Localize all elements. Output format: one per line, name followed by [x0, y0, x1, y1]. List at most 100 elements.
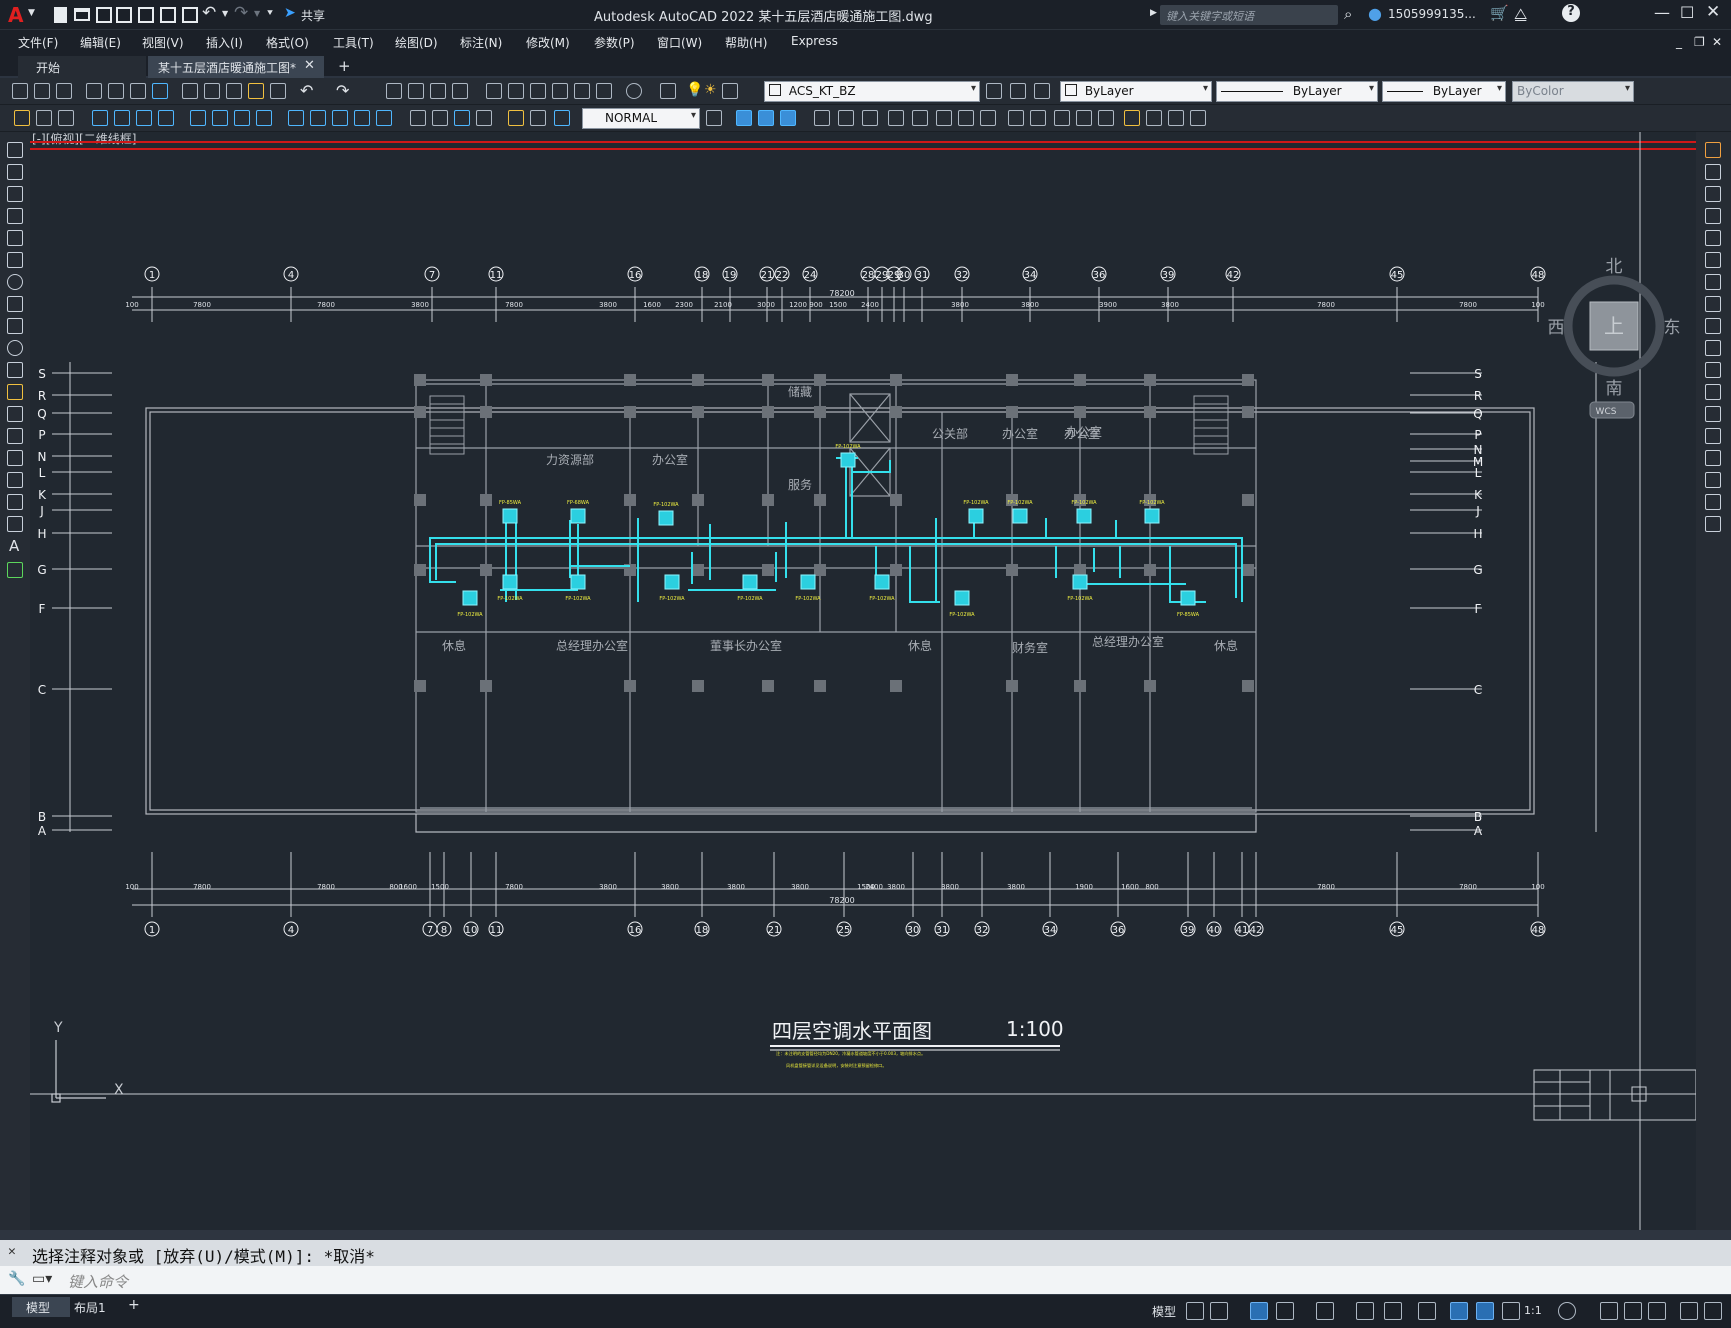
app-menu-arrow-icon[interactable]: ▼ — [28, 8, 35, 18]
insert-block-icon[interactable] — [14, 110, 30, 126]
ellipse-icon[interactable] — [7, 340, 23, 356]
layer-dropdown[interactable]: ACS_KT_BZ ▾ — [764, 81, 980, 102]
user-name[interactable]: 1505999135... — [1388, 7, 1476, 21]
plot-preview-icon[interactable] — [108, 83, 124, 99]
fullscreen-icon[interactable] — [1680, 1302, 1698, 1320]
sheet-set-icon[interactable] — [552, 83, 568, 99]
modify-4-icon[interactable] — [888, 110, 904, 126]
break-at-point-icon[interactable] — [1705, 384, 1721, 400]
dim-angular-icon[interactable] — [256, 110, 272, 126]
dim-linear-icon[interactable] — [92, 110, 108, 126]
zoom-window-icon[interactable] — [430, 83, 446, 99]
new-tab-button[interactable]: + — [338, 57, 351, 75]
menu-format[interactable]: 格式(O) — [266, 34, 309, 51]
layer-properties-icon[interactable] — [660, 83, 676, 99]
dim-radius-icon[interactable] — [190, 110, 206, 126]
mirror-icon[interactable] — [1705, 186, 1721, 202]
modify-1-icon[interactable] — [814, 110, 830, 126]
dim-text-edit-icon[interactable] — [530, 110, 546, 126]
help-toolbar-icon[interactable] — [626, 83, 642, 99]
markup-icon[interactable] — [574, 83, 590, 99]
viewcube[interactable]: 上 北 南 西 东 WCS — [1548, 257, 1681, 419]
tab-layout1[interactable]: 布局1 — [74, 1299, 106, 1316]
modify-17-icon[interactable] — [1190, 110, 1206, 126]
offset-icon[interactable] — [1705, 208, 1721, 224]
undo-dropdown-icon[interactable]: ▼ — [222, 9, 228, 18]
scale-icon[interactable] — [1705, 296, 1721, 312]
menu-modify[interactable]: 修改(M) — [526, 34, 570, 51]
dim-arc-icon[interactable] — [136, 110, 152, 126]
autodesk-app-icon[interactable]: ⧋ — [1514, 5, 1527, 23]
plot-icon[interactable] — [182, 7, 198, 23]
menu-view[interactable]: 视图(V) — [142, 34, 184, 51]
view-3d-2-icon[interactable] — [758, 110, 774, 126]
circle-icon[interactable] — [7, 274, 23, 290]
command-line[interactable]: 🔧 ▭▾ 键入命令 — [0, 1266, 1731, 1294]
modify-8-icon[interactable] — [980, 110, 996, 126]
table-icon[interactable] — [7, 516, 23, 532]
drawing-viewport[interactable]: [-][俯视][二维线框] 1 4 7 11 16 18 19 21 22 24… — [30, 132, 1696, 1230]
share-button[interactable]: 共享 — [301, 7, 325, 24]
layer-unlocked-icon[interactable] — [722, 83, 738, 99]
modify-2-icon[interactable] — [838, 110, 854, 126]
polygon-icon[interactable] — [7, 208, 23, 224]
compass-north[interactable]: 北 — [1606, 257, 1623, 277]
workspace-dropdown-icon[interactable]: ⯆ — [266, 8, 274, 19]
tolerance-icon[interactable] — [410, 110, 426, 126]
user-icon[interactable]: ● — [1368, 4, 1382, 23]
search-expand-icon[interactable]: ▶ — [1150, 8, 1157, 18]
make-block-icon[interactable] — [36, 110, 52, 126]
construction-line-icon[interactable] — [7, 164, 23, 180]
zoom-realtime-icon[interactable] — [408, 83, 424, 99]
save-icon[interactable] — [56, 83, 72, 99]
modify-16-icon[interactable] — [1168, 110, 1184, 126]
dim-ordinate-icon[interactable] — [158, 110, 174, 126]
make-current-icon[interactable] — [986, 83, 1002, 99]
break-icon[interactable] — [1705, 406, 1721, 422]
lineweight-icon[interactable] — [1418, 1302, 1436, 1320]
annotation-scale-icon[interactable] — [1502, 1302, 1520, 1320]
blend-icon[interactable] — [1705, 494, 1721, 510]
tool-palettes-icon[interactable] — [530, 83, 546, 99]
modify-15-icon[interactable] — [1146, 110, 1162, 126]
isodraft-icon[interactable] — [1316, 1302, 1334, 1320]
maximize-icon[interactable]: ☐ — [1680, 3, 1694, 22]
tab-start[interactable]: 开始 — [18, 56, 146, 78]
menu-window[interactable]: 窗口(W) — [657, 34, 702, 51]
modify-10-icon[interactable] — [1030, 110, 1046, 126]
spline-icon[interactable] — [7, 318, 23, 334]
calculator-icon[interactable] — [596, 83, 612, 99]
dim-jogged-icon[interactable] — [212, 110, 228, 126]
properties-icon[interactable] — [486, 83, 502, 99]
undo-icon[interactable]: ↶ — [202, 3, 216, 23]
dim-style-dropdown[interactable]: NORMAL ▾ — [582, 108, 700, 129]
view-3d-1-icon[interactable] — [736, 110, 752, 126]
color-dropdown[interactable]: ByLayer ▾ — [1060, 81, 1212, 102]
copy-icon[interactable] — [204, 83, 220, 99]
stretch-icon[interactable] — [1705, 318, 1721, 334]
quick-dim-icon[interactable] — [288, 110, 304, 126]
plot-icon[interactable] — [86, 83, 102, 99]
dim-diameter-icon[interactable] — [234, 110, 250, 126]
add-layout-button[interactable]: + — [128, 1297, 140, 1313]
layer-previous-icon[interactable] — [1010, 83, 1026, 99]
layer-on-icon[interactable]: 💡 — [686, 82, 703, 98]
close-icon[interactable]: ✕ — [1706, 2, 1720, 22]
move-icon[interactable] — [1705, 252, 1721, 268]
jogged-linear-icon[interactable] — [476, 110, 492, 126]
osnap-tracking-icon[interactable] — [1356, 1302, 1374, 1320]
modify-11-icon[interactable] — [1054, 110, 1070, 126]
region-icon[interactable] — [7, 494, 23, 510]
line-icon[interactable] — [7, 142, 23, 158]
mtext-icon[interactable]: A — [9, 537, 19, 555]
compass-south[interactable]: 南 — [1606, 379, 1623, 399]
command-input[interactable]: 键入命令 — [68, 1271, 128, 1292]
hatch-icon[interactable] — [7, 450, 23, 466]
annotation-monitor-icon[interactable] — [1600, 1302, 1618, 1320]
copy-object-icon[interactable] — [1705, 164, 1721, 180]
paste-icon[interactable] — [226, 83, 242, 99]
doc-close-icon[interactable]: ✕ — [1712, 35, 1722, 49]
save-web-icon[interactable] — [160, 7, 176, 23]
fillet-icon[interactable] — [1705, 472, 1721, 488]
command-close-icon[interactable]: ✕ — [8, 1244, 16, 1259]
